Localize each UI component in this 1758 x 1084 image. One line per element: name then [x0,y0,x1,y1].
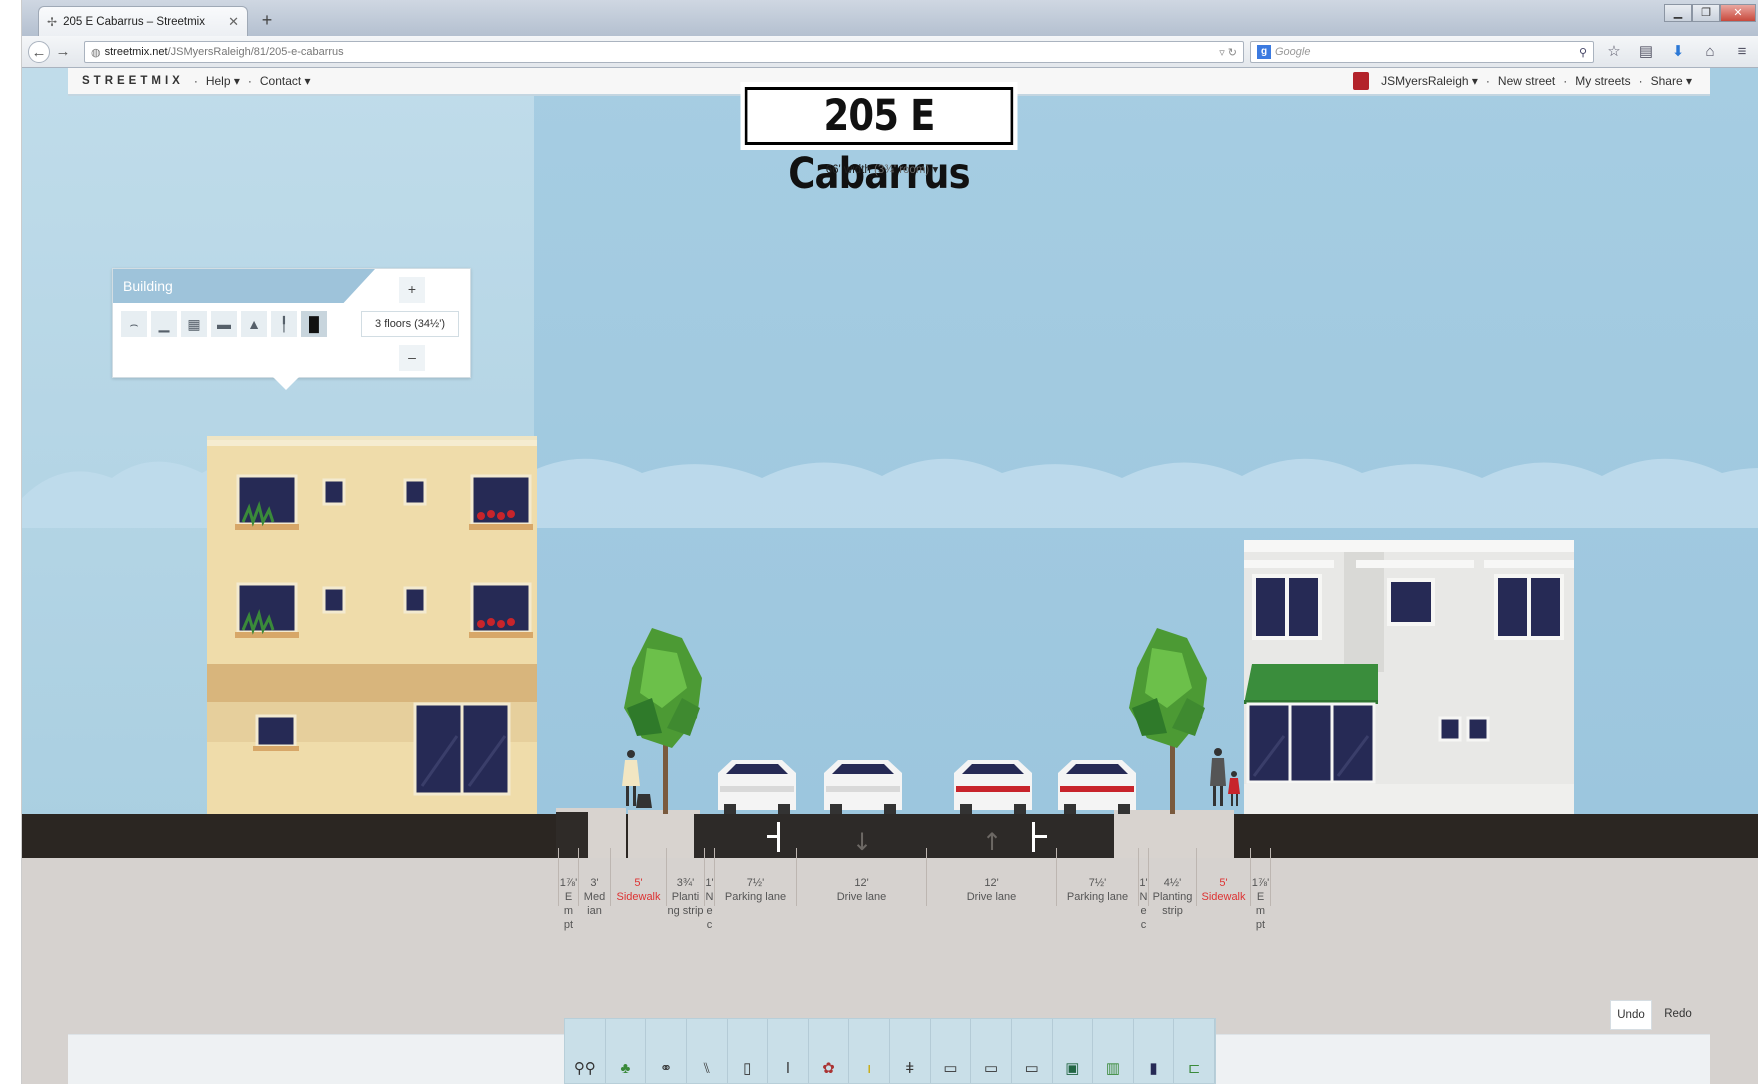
streetmix-page: STREETMIX · Help ▾ · Contact ▾ JSMyersRa… [22,68,1758,1084]
segment-label[interactable]: 5' Sidewalk [1197,876,1250,904]
segment-name: Sidewalk [616,891,661,903]
light-icon[interactable]: ǂ [890,1019,931,1083]
search-placeholder: Google [1275,46,1311,58]
segment-width: 1⅞' [559,877,578,889]
download-icon[interactable]: ⬇ [1666,41,1690,63]
minimize-button[interactable]: ▁ [1664,4,1692,22]
browser-window: ✢ 205 E Cabarrus – Streetmix ✕ + ▁ ❐ ✕ ←… [22,0,1758,1084]
segment-name: Med ian [583,891,606,917]
segment-label[interactable]: 7½' Parking lane [715,876,796,904]
segment-width: 12' [984,877,999,889]
segment-name: N e c [705,891,714,931]
segment-name: Drive lane [836,891,887,903]
segment-palette: ⚲⚲ ♣ ⚭ ⑊ ▯ ǀ ✿ ı ǂ ▭ ▭ ▭ ▣ ▥ ▮ ⊏ [564,1018,1216,1084]
segment-name: Sidewalk [1201,891,1246,903]
segment-name: Planting strip [1152,891,1193,917]
bench-icon[interactable]: ⑊ [687,1019,728,1083]
segment-width: 1' [705,877,714,889]
segment-label[interactable]: 3¾' Planti ng strip [667,876,704,918]
segment-label[interactable]: 1⅞' E m pt [1251,876,1270,932]
segment-width: 7½' [1088,877,1107,889]
bookmarks-list-icon[interactable]: ▤ [1634,41,1658,63]
segment-name: Planti ng strip [667,891,704,917]
segment-width: 7½' [746,877,765,889]
reload-icon[interactable]: ▿ ↻ [1219,46,1237,59]
menu-icon[interactable]: ≡ [1730,41,1754,63]
segment-name: E m pt [563,891,574,931]
transit-shelter-icon[interactable]: ⊏ [1174,1019,1215,1083]
left-window-edge [0,0,22,1084]
segment-label[interactable]: 7½' Parking lane [1057,876,1138,904]
segment-width: 1⅞' [1251,877,1270,889]
segment-label[interactable]: 5' Sidewalk [611,876,666,904]
url-bar[interactable]: ◍ streetmix.net /JSMyersRaleigh/81/205-e… [84,41,1244,63]
segment-name: Drive lane [966,891,1017,903]
segment-width: 5' [1219,877,1228,889]
segment-width: 3' [590,877,599,889]
light-rail-icon[interactable]: ▮ [1134,1019,1175,1083]
segment-width: 5' [634,877,643,889]
tree-icon[interactable]: ♣ [606,1019,647,1083]
new-tab-button[interactable]: + [254,8,280,32]
car-icon[interactable]: ▭ [1012,1019,1053,1083]
segment-label[interactable]: 1' N e c [1139,876,1148,932]
streetmix-favicon-icon: ✢ [47,14,58,29]
close-tab-icon[interactable]: ✕ [228,14,239,30]
segment-name: E m pt [1255,891,1266,931]
search-bar[interactable]: g Google ⚲ [1250,41,1594,63]
segment-label[interactable]: 12' Drive lane [797,876,926,904]
segment-label[interactable]: 1' N e c [705,876,714,932]
segment-label[interactable]: 4½' Planting strip [1149,876,1196,918]
car-icon[interactable]: ▭ [971,1019,1012,1083]
forward-icon[interactable]: → [52,41,74,63]
segment-name: Parking lane [1066,891,1129,903]
segment-labels: 1⅞' E m pt 3' Med ian 5' Sidewalk 3¾' Planti… [22,68,1758,1084]
hydrant-icon[interactable]: ı [849,1019,890,1083]
bus-icon[interactable]: ▣ [1053,1019,1094,1083]
bookmark-star-icon[interactable]: ☆ [1602,41,1626,63]
back-icon[interactable]: ← [28,41,50,63]
segment-label[interactable]: 3' Med ian [579,876,610,918]
segment-label[interactable]: 1⅞' E m pt [559,876,578,932]
segment-label[interactable]: 12' Drive lane [927,876,1056,904]
url-path: /JSMyersRaleigh/81/205-e-cabarrus [167,46,344,58]
maximize-button[interactable]: ❐ [1692,4,1720,22]
pedestrians-icon[interactable]: ⚲⚲ [565,1019,606,1083]
car-icon[interactable]: ▭ [931,1019,972,1083]
streetcar-icon[interactable]: ▥ [1093,1019,1134,1083]
search-engine-icon[interactable]: g [1257,45,1271,59]
close-window-button[interactable]: ✕ [1720,4,1756,22]
segment-name: N e c [1139,891,1148,931]
planter-icon[interactable]: ✿ [809,1019,850,1083]
segment-width: 3¾' [676,877,695,889]
url-domain: streetmix.net [104,46,168,58]
browser-tab[interactable]: ✢ 205 E Cabarrus – Streetmix ✕ [38,6,248,36]
bike-icon[interactable]: ⚭ [646,1019,687,1083]
site-identity-icon: ◍ [91,46,101,59]
navigation-bar: ← → ◍ streetmix.net /JSMyersRaleigh/81/2… [22,36,1758,68]
segment-width: 12' [854,877,869,889]
lamp-icon[interactable]: ǀ [768,1019,809,1083]
segment-divider [1270,848,1271,906]
segment-width: 4½' [1163,877,1182,889]
segment-width: 1' [1139,877,1148,889]
tab-title: 205 E Cabarrus – Streetmix [63,15,205,28]
kiosk-icon[interactable]: ▯ [728,1019,769,1083]
undo-button[interactable]: Undo [1610,1000,1652,1030]
segment-name: Parking lane [724,891,787,903]
home-icon[interactable]: ⌂ [1698,41,1722,63]
redo-button[interactable]: Redo [1656,1000,1700,1030]
search-icon[interactable]: ⚲ [1579,46,1587,59]
tab-bar: ✢ 205 E Cabarrus – Streetmix ✕ + ▁ ❐ ✕ [22,0,1758,36]
